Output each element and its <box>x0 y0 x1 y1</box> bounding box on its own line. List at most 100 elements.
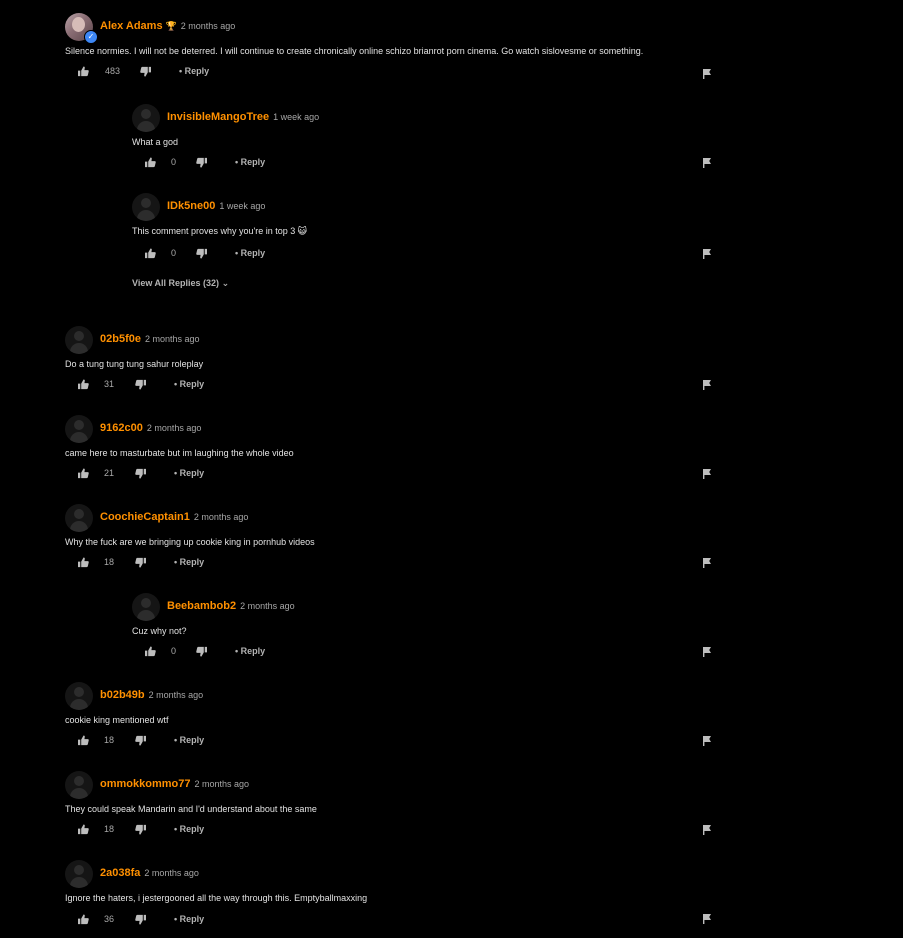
avatar[interactable] <box>65 682 93 710</box>
thumbs-down-icon[interactable] <box>196 248 207 259</box>
timestamp: 1 week ago <box>273 112 320 122</box>
comment-text: Why the fuck are we bringing up cookie k… <box>65 537 315 547</box>
comment: ommokkommo77 2 months ago They could spea… <box>0 771 903 851</box>
thumbs-up-icon[interactable] <box>78 66 89 77</box>
like-count: 21 <box>104 468 115 478</box>
username[interactable]: 02b5f0e <box>100 333 141 345</box>
comment-text: Do a tung tung tung sahur roleplay <box>65 359 204 369</box>
avatar[interactable] <box>65 415 93 443</box>
username[interactable]: Beebambob2 <box>167 600 236 612</box>
thumbs-up-icon[interactable] <box>78 557 89 568</box>
like-count: 0 <box>171 248 177 258</box>
thumbs-down-icon[interactable] <box>135 468 146 479</box>
thumbs-up-icon[interactable] <box>145 646 156 657</box>
timestamp: 2 months ago <box>144 868 199 878</box>
reply-button[interactable]: • Reply <box>179 66 209 76</box>
username[interactable]: 2a038fa <box>100 867 140 879</box>
flag-icon[interactable] <box>703 155 711 173</box>
reply-button[interactable]: • Reply <box>235 248 265 258</box>
flag-icon[interactable] <box>703 822 711 840</box>
comment-text: What a god <box>132 137 179 147</box>
comment: b02b49b 2 months ago cookie king mentione… <box>0 682 903 762</box>
comment-text: Silence normies. I will not be deterred.… <box>65 46 644 56</box>
flag-icon[interactable] <box>703 466 711 484</box>
reply-button[interactable]: • Reply <box>174 824 204 834</box>
like-count: 0 <box>171 157 177 167</box>
thumbs-up-icon[interactable] <box>78 379 89 390</box>
view-all-replies-link[interactable]: View All Replies (32) ⌄ <box>132 278 229 289</box>
avatar[interactable] <box>65 504 93 532</box>
flag-icon[interactable] <box>703 246 711 264</box>
timestamp: 2 months ago <box>144 334 200 344</box>
avatar[interactable] <box>132 193 160 221</box>
username[interactable]: CoochieCaptain1 <box>100 511 190 523</box>
username[interactable]: ommokkommo77 <box>100 778 190 790</box>
thumbs-down-icon[interactable] <box>135 914 146 925</box>
thumbs-up-icon[interactable] <box>78 468 89 479</box>
reply-button[interactable]: • Reply <box>174 914 204 924</box>
thumbs-up-icon[interactable] <box>145 248 156 259</box>
timestamp: 2 months ago <box>240 601 295 611</box>
flag-icon[interactable] <box>703 911 711 929</box>
thumbs-down-icon[interactable] <box>135 557 146 568</box>
like-count: 18 <box>104 824 115 834</box>
flag-icon[interactable] <box>703 644 711 662</box>
thumbs-down-icon[interactable] <box>135 735 146 746</box>
reply-button[interactable]: • Reply <box>235 157 265 167</box>
thumbs-up-icon[interactable] <box>78 735 89 746</box>
verified-check-icon: ✓ <box>84 30 98 44</box>
reply-comment: InvisibleMangoTree 1 week ago What a god … <box>0 104 903 184</box>
avatar[interactable] <box>132 593 160 621</box>
like-count: 36 <box>104 914 115 924</box>
username[interactable]: 9162c00 <box>100 422 143 434</box>
comment: CoochieCaptain1 2 months ago Why the fuck… <box>0 504 903 584</box>
timestamp: 2 months ago <box>193 512 249 522</box>
like-count: 31 <box>104 379 115 389</box>
like-count: 18 <box>104 735 115 745</box>
timestamp: 2 months ago <box>148 690 204 700</box>
like-count: 18 <box>104 557 115 567</box>
comment-text: cookie king mentioned wtf <box>65 715 169 725</box>
timestamp: 2 months ago <box>146 423 202 433</box>
username[interactable]: IDk5ne00 <box>167 200 215 212</box>
comment-text: came here to masturbate but im laughing … <box>65 448 294 458</box>
flag-icon[interactable] <box>703 555 711 573</box>
flag-icon[interactable] <box>703 377 711 395</box>
reply-button[interactable]: • Reply <box>235 646 265 656</box>
thumbs-up-icon[interactable] <box>145 157 156 168</box>
thumbs-up-icon[interactable] <box>78 824 89 835</box>
flag-icon[interactable] <box>703 66 711 84</box>
comment-text: Ignore the haters, i jestergooned all th… <box>65 893 368 903</box>
reply-comment: IDk5ne00 1 week ago This comment proves w… <box>0 193 903 273</box>
reply-button[interactable]: • Reply <box>174 468 204 478</box>
comment: 2a038fa 2 months ago Ignore the haters, i… <box>0 860 903 938</box>
reply-comment: Beebambob2 2 months ago Cuz why not? 0 • … <box>0 593 903 673</box>
comment-text: Cuz why not? <box>132 626 187 636</box>
avatar[interactable] <box>65 860 93 888</box>
username[interactable]: InvisibleMangoTree <box>167 111 269 123</box>
username[interactable]: Alex Adams <box>100 20 163 32</box>
chevron-down-icon: ⌄ <box>221 278 230 288</box>
thumbs-down-icon[interactable] <box>196 157 207 168</box>
timestamp: 2 months ago <box>180 21 236 31</box>
comment: ✓ Alex Adams 🏆 2 months ago Silence normie… <box>0 13 903 93</box>
reply-button[interactable]: • Reply <box>174 379 204 389</box>
thumbs-up-icon[interactable] <box>78 914 89 925</box>
comment-text: They could speak Mandarin and I'd unders… <box>65 804 317 814</box>
like-count: 483 <box>105 66 121 76</box>
avatar[interactable] <box>132 104 160 132</box>
thumbs-down-icon[interactable] <box>135 379 146 390</box>
username[interactable]: b02b49b <box>100 689 145 701</box>
reply-button[interactable]: • Reply <box>174 735 204 745</box>
reply-button[interactable]: • Reply <box>174 557 204 567</box>
thumbs-down-icon[interactable] <box>135 824 146 835</box>
flag-icon[interactable] <box>703 733 711 751</box>
thumbs-down-icon[interactable] <box>196 646 207 657</box>
timestamp: 2 months ago <box>194 779 250 789</box>
timestamp: 1 week ago <box>219 201 266 211</box>
avatar[interactable] <box>65 326 93 354</box>
comment-text: This comment proves why you're in top 3 … <box>132 226 308 236</box>
avatar[interactable]: ✓ <box>65 13 98 44</box>
avatar[interactable] <box>65 771 93 799</box>
thumbs-down-icon[interactable] <box>140 66 151 77</box>
